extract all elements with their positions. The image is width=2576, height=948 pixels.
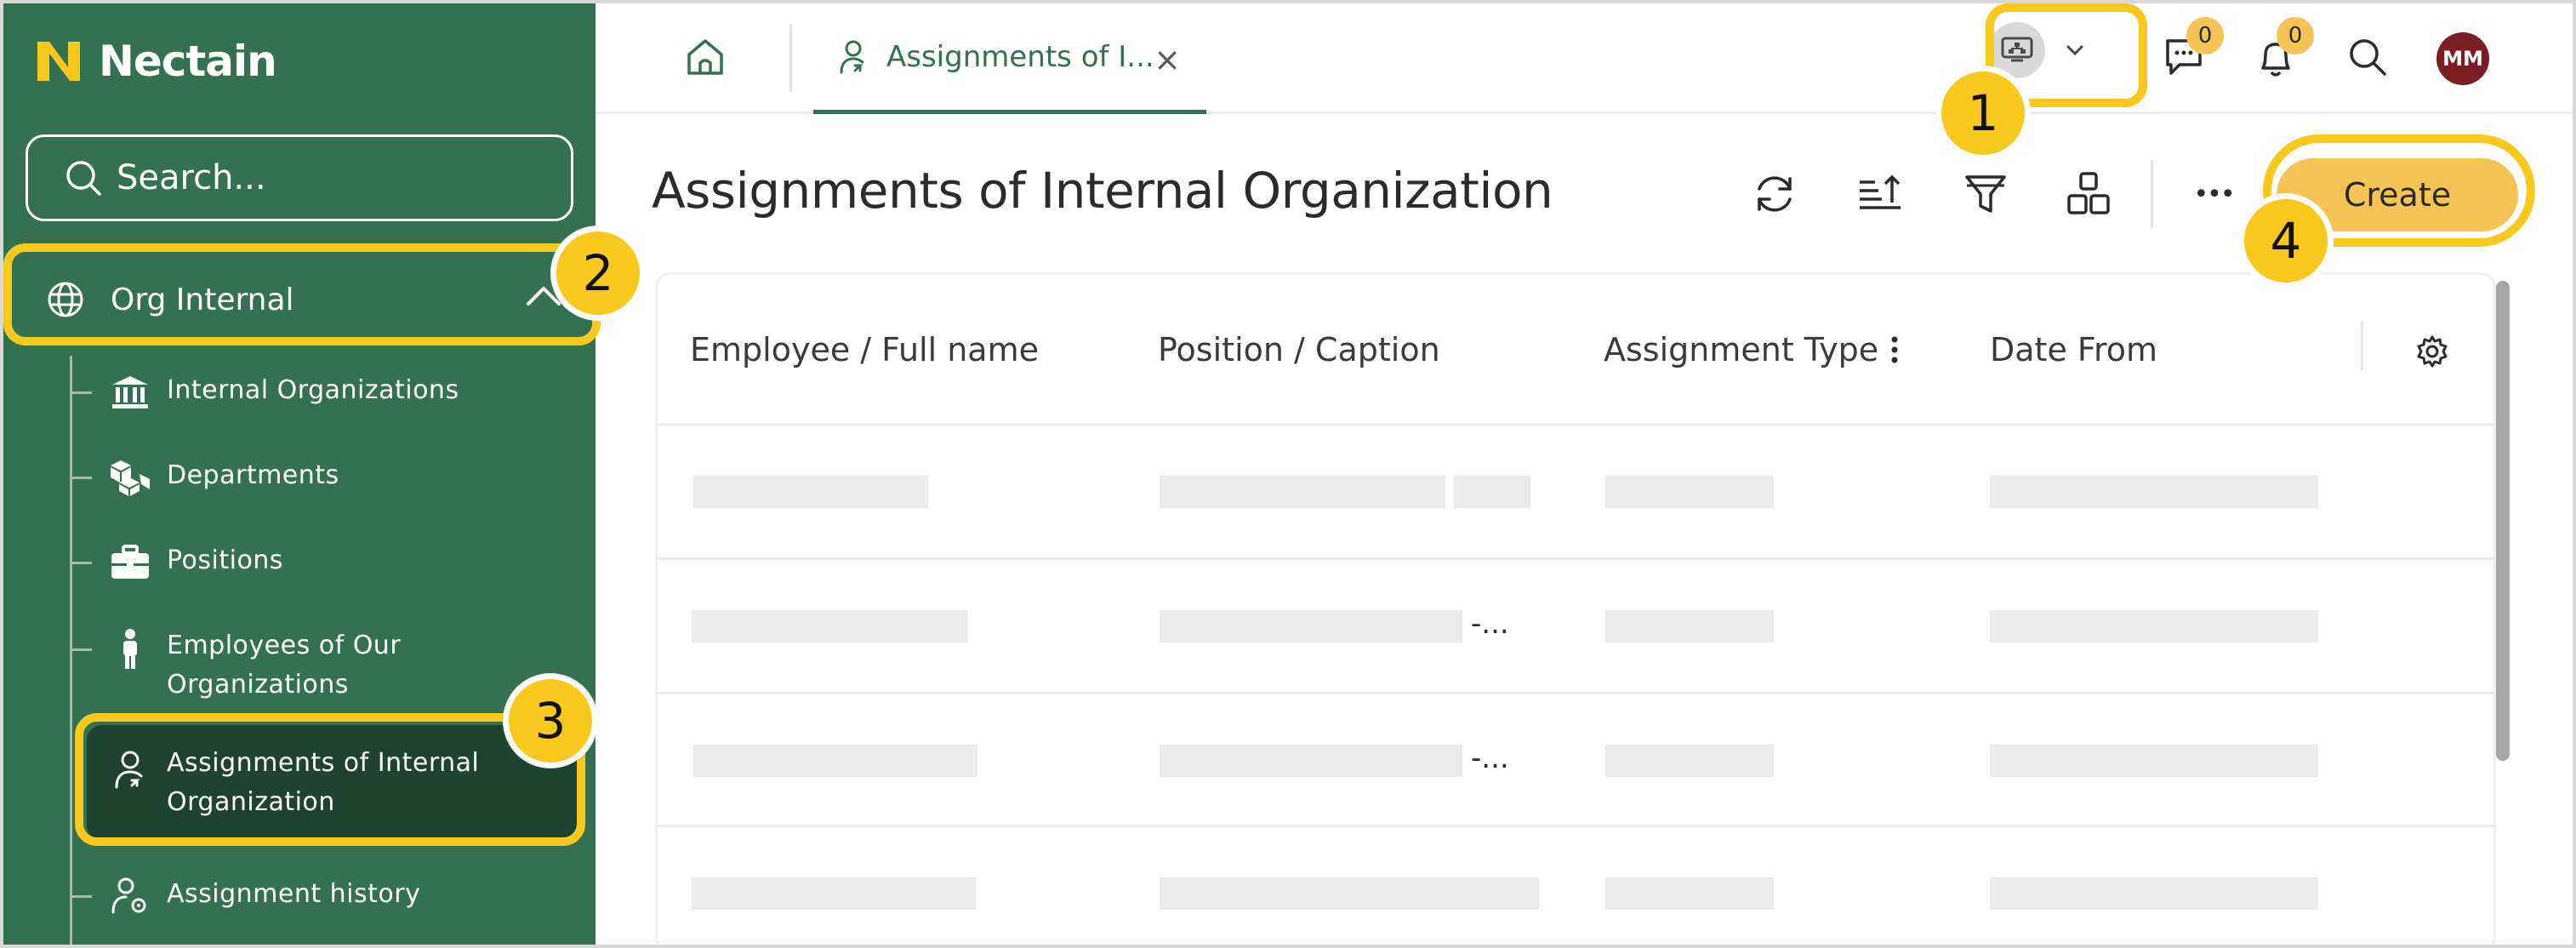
- placeholder-bar: [1605, 877, 1774, 910]
- nectain-logo-icon: [37, 42, 80, 81]
- sidebar-item-assignment-history[interactable]: Assignment history: [70, 873, 580, 917]
- sidebar-item-employees-of-our-organizations[interactable]: Employees of Our Organizations: [70, 626, 580, 708]
- callout-highlight-org-internal: [3, 243, 601, 346]
- messages-badge: 0: [2186, 17, 2224, 54]
- sidebar-item-internal-organizations[interactable]: Internal Organizations: [70, 369, 580, 414]
- callout-number-2: 2: [556, 231, 640, 315]
- gear-icon[interactable]: [2415, 334, 2449, 368]
- sidebar-item-label-line1: Employees of Our: [167, 631, 402, 660]
- callout-number-4: 4: [2244, 199, 2328, 283]
- home-icon[interactable]: [684, 36, 727, 78]
- page-title: Assignments of Internal Organization: [652, 162, 1553, 220]
- placeholder-bar: [1160, 745, 1462, 777]
- person-icon: [107, 626, 153, 672]
- callout-number-1: 1: [1941, 71, 2025, 155]
- column-header-position[interactable]: Position / Caption: [1158, 331, 1440, 368]
- sidebar-item-departments[interactable]: Departments: [70, 454, 580, 499]
- refresh-icon: [1758, 176, 1792, 212]
- column-header-assignment-type[interactable]: Assignment Type: [1604, 331, 1878, 368]
- placeholder-bar: [693, 745, 977, 777]
- tree-branch: [70, 477, 92, 479]
- briefcase-icon: [107, 540, 153, 585]
- placeholder-bar: [1990, 877, 2318, 910]
- placeholder-bar: [1160, 877, 1539, 910]
- tab-separator: [789, 24, 792, 92]
- sidebar-item-label: Positions: [167, 545, 283, 575]
- truncated-cell-text: -...: [1471, 607, 1509, 641]
- tab-label: Assignments of I...: [886, 39, 1154, 74]
- avatar[interactable]: MM: [2436, 32, 2489, 85]
- shapes-icon: [2067, 172, 2110, 214]
- column-header-date-from[interactable]: Date From: [1990, 331, 2157, 368]
- tree-branch: [70, 391, 92, 394]
- placeholder-bar: [692, 877, 976, 910]
- tree-branch: [70, 648, 92, 651]
- filter-button[interactable]: [1958, 167, 2013, 221]
- placeholder-bar: [1605, 745, 1774, 777]
- sidebar-item-positions[interactable]: Positions: [70, 540, 580, 584]
- tree-branch: [70, 895, 92, 898]
- search-icon[interactable]: [2346, 36, 2389, 78]
- placeholder-bar: [1160, 476, 1445, 508]
- tree-branch: [70, 562, 92, 564]
- placeholder-bar: [1990, 476, 2318, 508]
- brand-logo[interactable]: Nectain: [34, 34, 277, 89]
- view-options-button[interactable]: [2062, 167, 2117, 221]
- placeholder-bar: [693, 476, 928, 508]
- more-options-icon[interactable]: •••: [2186, 167, 2241, 221]
- placeholder-bar: [1605, 476, 1774, 508]
- user-assignment-icon: [840, 40, 864, 73]
- table-scrollbar[interactable]: [2496, 281, 2510, 761]
- close-icon[interactable]: ×: [1154, 41, 1181, 78]
- row-divider: [658, 423, 2493, 425]
- row-divider: [658, 692, 2493, 694]
- brand-name: Nectain: [99, 37, 277, 86]
- column-header-employee[interactable]: Employee / Full name: [690, 331, 1039, 368]
- column-separator: [2361, 321, 2363, 370]
- placeholder-bar: [1990, 610, 2318, 642]
- user-gear-icon: [107, 873, 153, 919]
- data-table: Employee / Full name Position / Caption …: [655, 272, 2496, 948]
- boxes-icon: [107, 454, 153, 500]
- callout-number-3: 3: [509, 679, 592, 762]
- sidebar-item-label: Internal Organizations: [167, 375, 459, 405]
- truncated-cell-text: -...: [1471, 741, 1509, 775]
- toolbar-separator: [2151, 160, 2153, 228]
- row-divider: [658, 825, 2493, 827]
- sort-icon: [1860, 174, 1901, 209]
- notifications-badge: 0: [2277, 17, 2314, 54]
- placeholder-bar: [1160, 610, 1462, 642]
- search-icon: [66, 161, 101, 196]
- placeholder-bar: [1990, 745, 2318, 777]
- refresh-button[interactable]: [1747, 167, 1802, 221]
- tab-assignments[interactable]: Assignments of I... ×: [813, 3, 1206, 114]
- sidebar-item-label: Assignment history: [167, 879, 421, 909]
- filter-icon: [1965, 175, 2006, 213]
- placeholder-bar: [1454, 476, 1530, 508]
- top-bar: Assignments of I... × 0 0 MM: [596, 3, 2573, 114]
- sort-button[interactable]: [1853, 167, 1907, 221]
- building-columns-icon: [107, 369, 153, 415]
- placeholder-bar: [1605, 610, 1774, 642]
- row-divider: [658, 557, 2493, 560]
- sidebar-item-label-line2: Organizations: [167, 670, 349, 700]
- search-input[interactable]: Search...: [117, 158, 266, 197]
- column-menu-icon[interactable]: [1889, 334, 1900, 365]
- callout-highlight-assignments: [75, 713, 585, 846]
- sidebar-search[interactable]: Search...: [26, 134, 573, 221]
- sidebar-item-label: Departments: [167, 460, 339, 490]
- placeholder-bar: [692, 610, 967, 642]
